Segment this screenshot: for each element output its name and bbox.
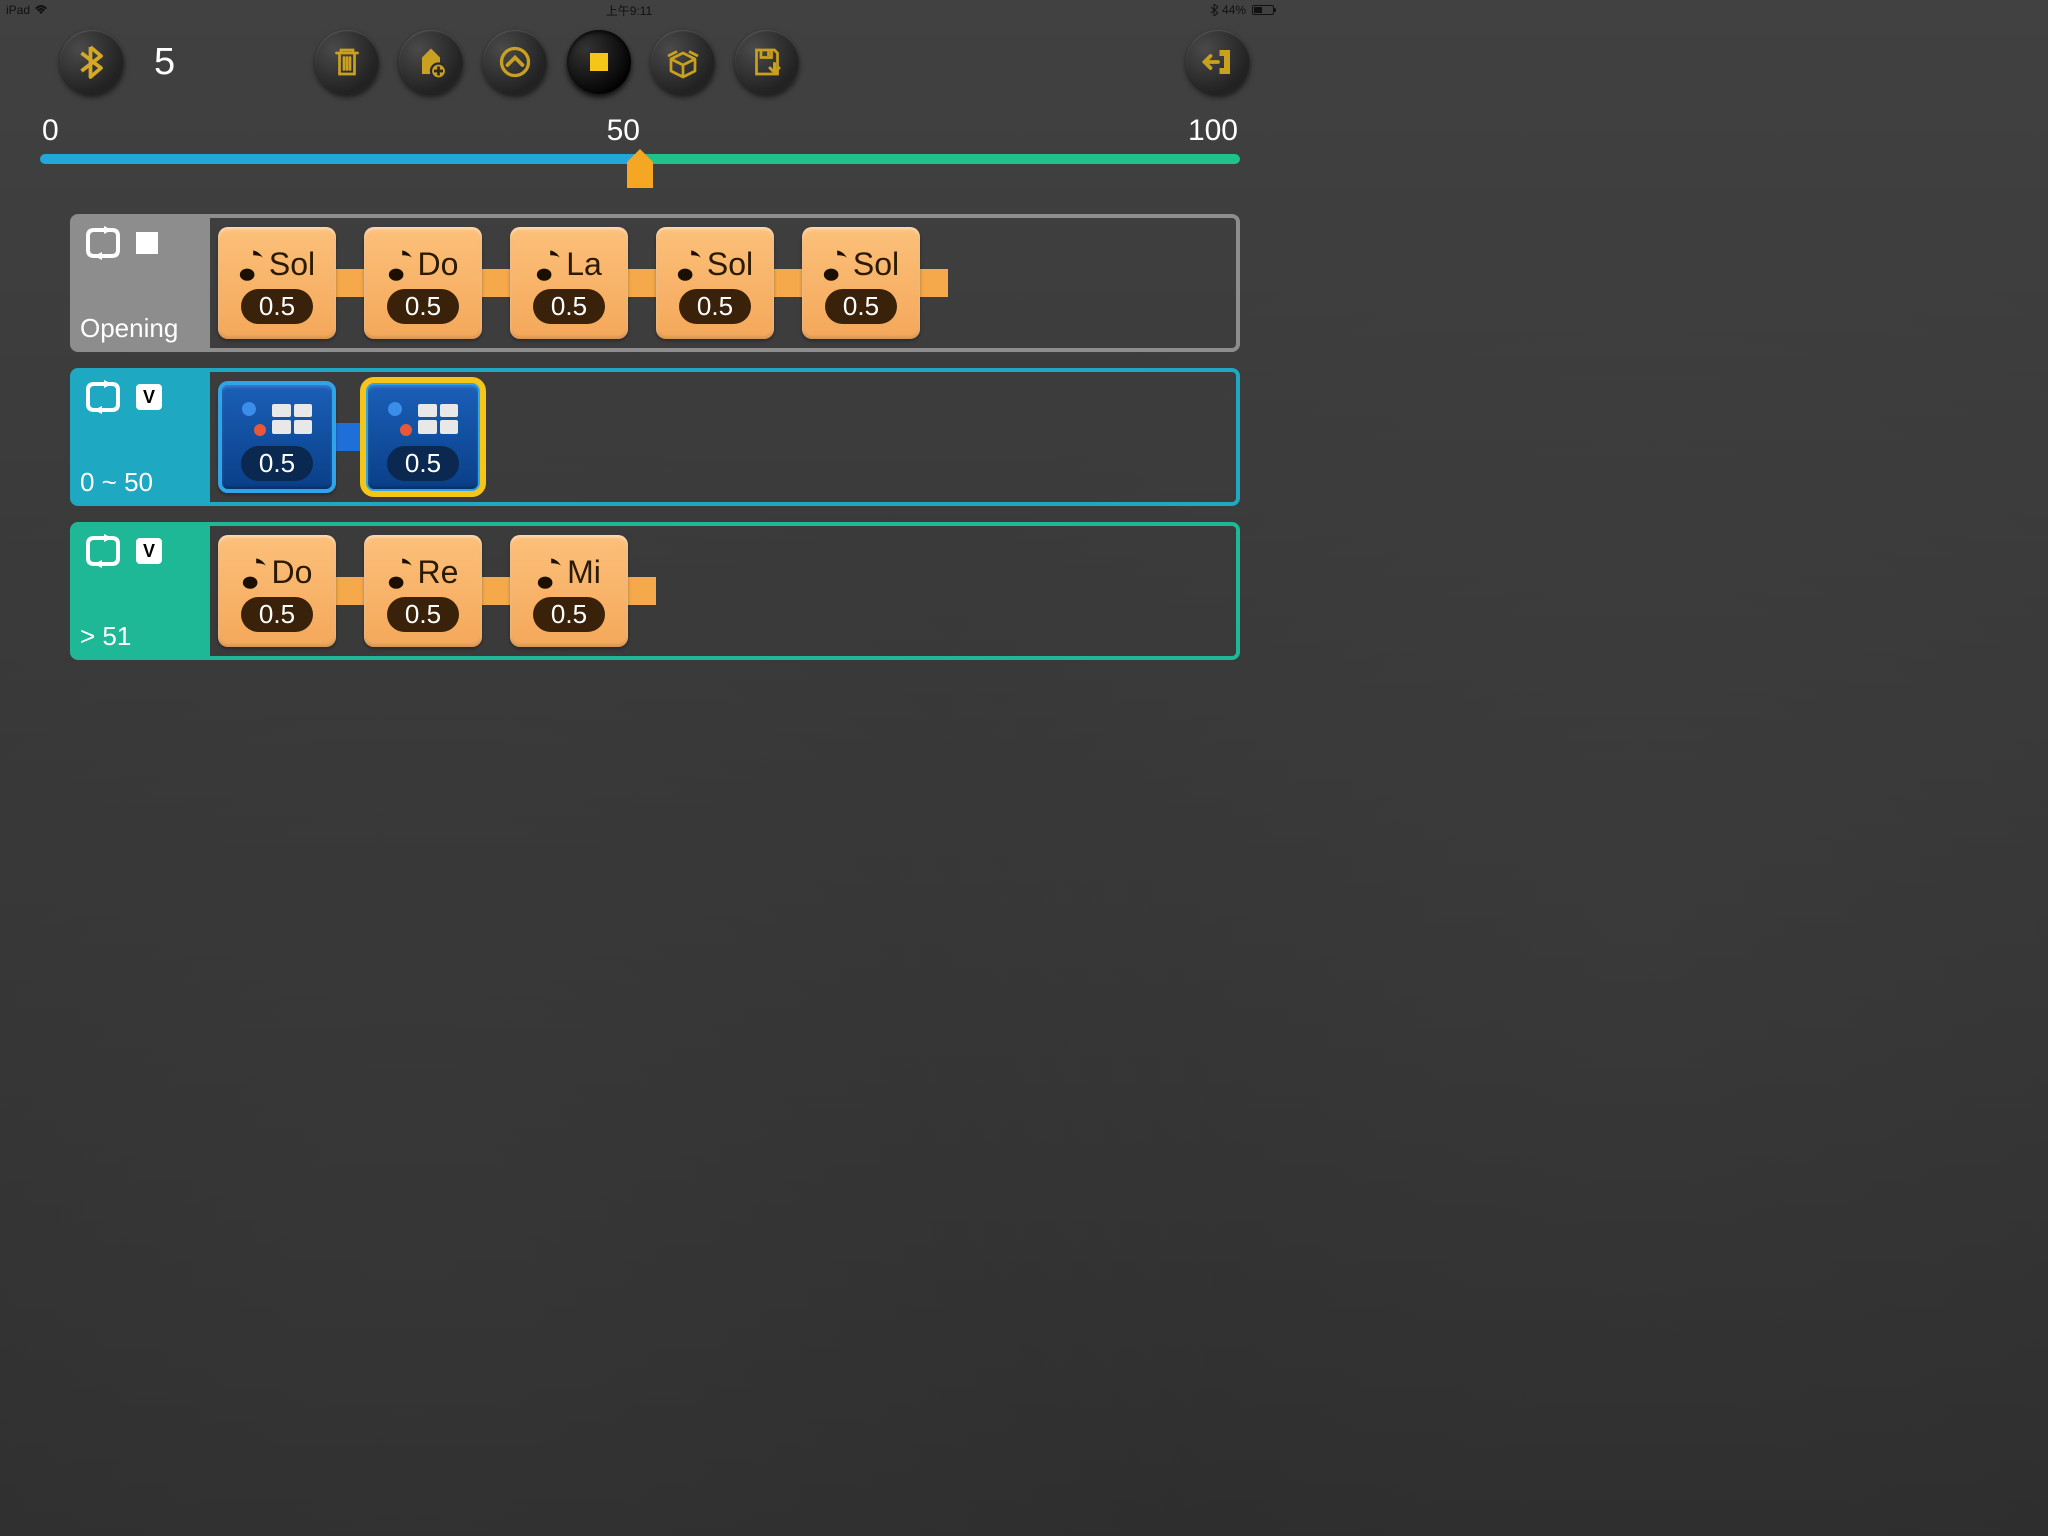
led-block[interactable]: 0.5: [364, 381, 482, 493]
track-body[interactable]: Sol 0.5 Do 0.5 La 0.5 Sol 0.5 Sol 0.5: [210, 214, 1240, 352]
block-duration: 0.5: [241, 446, 313, 481]
note-duration: 0.5: [533, 597, 605, 632]
track-body[interactable]: 0.5 0.5: [210, 368, 1240, 506]
gears-icon: [242, 402, 266, 436]
trash-icon: [329, 44, 365, 80]
bluetooth-icon: [74, 44, 110, 80]
range-slider[interactable]: 0 50 100: [0, 104, 1280, 184]
note-name: Sol: [269, 246, 315, 283]
track-label: Opening: [80, 313, 200, 344]
ipad-status-bar: iPad 上午9:11 44%: [0, 0, 1280, 20]
chevron-up-circle-icon: [497, 44, 533, 80]
track-head[interactable]: V 0 ~ 50: [70, 368, 210, 506]
stop-button[interactable]: [567, 30, 631, 94]
block-connector: [336, 423, 364, 451]
device-label: iPad: [6, 3, 30, 17]
save-button[interactable]: [735, 30, 799, 94]
note-block[interactable]: Sol 0.5: [656, 227, 774, 339]
note-block[interactable]: La 0.5: [510, 227, 628, 339]
track-0: Opening Sol 0.5 Do 0.5 La 0.5 Sol 0.5 Sol 0.5: [70, 214, 1240, 352]
note-block[interactable]: Sol 0.5: [218, 227, 336, 339]
variable-badge: V: [136, 538, 162, 564]
loop-icon: [80, 534, 126, 568]
note-block[interactable]: Sol 0.5: [802, 227, 920, 339]
slider-mid-label: 50: [607, 114, 640, 148]
delete-button[interactable]: [315, 30, 379, 94]
note-duration: 0.5: [387, 597, 459, 632]
exit-button[interactable]: [1186, 30, 1250, 94]
music-note-icon: [388, 556, 414, 590]
block-connector: [628, 577, 656, 605]
track-label: 0 ~ 50: [80, 467, 200, 498]
music-note-icon: [677, 248, 703, 282]
variable-badge: V: [136, 384, 162, 410]
note-block[interactable]: Mi 0.5: [510, 535, 628, 647]
wifi-icon: [34, 5, 48, 15]
led-grid-icon: [418, 404, 458, 434]
tracks-container: Opening Sol 0.5 Do 0.5 La 0.5 Sol 0.5 Sol 0.5 V 0 ~ …: [0, 184, 1280, 660]
up-button[interactable]: [483, 30, 547, 94]
music-note-icon: [388, 248, 414, 282]
loop-icon: [80, 226, 126, 260]
note-name: Sol: [707, 246, 753, 283]
bluetooth-button[interactable]: [60, 30, 124, 94]
add-tag-button[interactable]: [399, 30, 463, 94]
block-connector: [336, 577, 364, 605]
note-duration: 0.5: [533, 289, 605, 324]
loop-icon: [80, 380, 126, 414]
block-connector: [482, 577, 510, 605]
note-name: Do: [418, 246, 459, 283]
note-name: Re: [418, 554, 459, 591]
note-duration: 0.5: [387, 289, 459, 324]
track-head[interactable]: Opening: [70, 214, 210, 352]
block-connector: [774, 269, 802, 297]
note-duration: 0.5: [241, 289, 313, 324]
package-button[interactable]: [651, 30, 715, 94]
music-note-icon: [823, 248, 849, 282]
music-note-icon: [537, 556, 563, 590]
toolbar: 5: [0, 20, 1280, 104]
track-label: > 51: [80, 621, 200, 652]
note-block[interactable]: Do 0.5: [364, 227, 482, 339]
track-2: V > 51 Do 0.5 Re 0.5 Mi 0.5: [70, 522, 1240, 660]
slider-max-label: 100: [1188, 114, 1238, 148]
note-name: Mi: [567, 554, 601, 591]
gears-icon: [388, 402, 412, 436]
bluetooth-status-icon: [1210, 4, 1218, 16]
block-connector: [336, 269, 364, 297]
led-grid-icon: [272, 404, 312, 434]
block-duration: 0.5: [387, 446, 459, 481]
counter-value: 5: [154, 41, 175, 84]
note-duration: 0.5: [679, 289, 751, 324]
note-name: Do: [272, 554, 313, 591]
stop-icon: [581, 44, 617, 80]
status-time: 上午9:11: [48, 2, 1210, 19]
block-connector: [628, 269, 656, 297]
music-note-icon: [239, 248, 265, 282]
led-block[interactable]: 0.5: [218, 381, 336, 493]
stop-badge: [136, 232, 158, 254]
open-box-icon: [665, 44, 701, 80]
exit-icon: [1200, 44, 1236, 80]
note-name: Sol: [853, 246, 899, 283]
note-name: La: [566, 246, 602, 283]
save-download-icon: [749, 44, 785, 80]
music-note-icon: [242, 556, 268, 590]
note-duration: 0.5: [241, 597, 313, 632]
track-body[interactable]: Do 0.5 Re 0.5 Mi 0.5: [210, 522, 1240, 660]
track-1: V 0 ~ 50 0.5 0.5: [70, 368, 1240, 506]
battery-pct: 44%: [1222, 3, 1246, 17]
block-connector: [482, 269, 510, 297]
slider-track[interactable]: [40, 154, 1240, 164]
note-block[interactable]: Re 0.5: [364, 535, 482, 647]
track-head[interactable]: V > 51: [70, 522, 210, 660]
battery-icon: [1252, 5, 1274, 15]
block-connector: [920, 269, 948, 297]
slider-thumb[interactable]: [627, 162, 653, 198]
slider-min-label: 0: [42, 114, 59, 148]
music-note-icon: [536, 248, 562, 282]
note-duration: 0.5: [825, 289, 897, 324]
tag-add-icon: [413, 44, 449, 80]
note-block[interactable]: Do 0.5: [218, 535, 336, 647]
